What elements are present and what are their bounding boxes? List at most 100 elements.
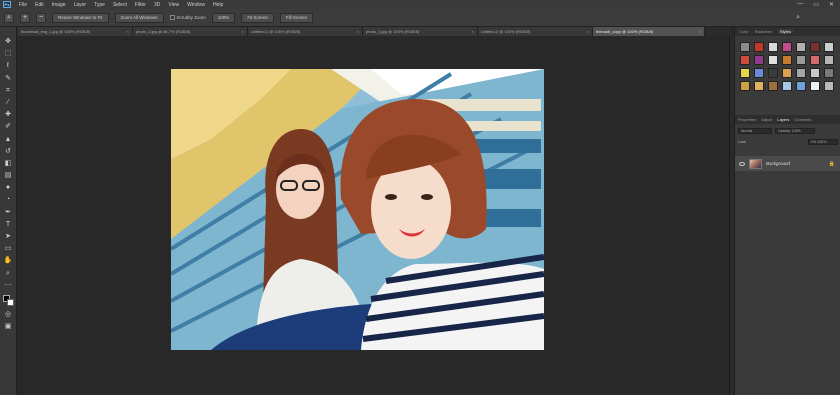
style-swatch[interactable] [740, 81, 750, 91]
menu-layer[interactable]: Layer [74, 2, 87, 8]
menu-help[interactable]: Help [213, 2, 223, 8]
menu-filter[interactable]: Filter [135, 2, 146, 8]
close-icon[interactable]: × [472, 29, 474, 34]
lasso-icon[interactable]: ℓ [3, 61, 14, 70]
close-icon[interactable]: × [587, 29, 589, 34]
quick-select-icon[interactable]: ✎ [3, 74, 14, 83]
opacity-field[interactable]: Opacity: 100% [775, 128, 815, 134]
gradient-icon[interactable]: ▤ [3, 171, 14, 180]
quick-mask-icon[interactable]: ◎ [3, 310, 14, 319]
brush-icon[interactable]: ✐ [3, 122, 14, 131]
style-swatch[interactable] [782, 55, 792, 65]
menu-edit[interactable]: Edit [35, 2, 44, 8]
fill-screen-button[interactable]: Fill Screen [279, 12, 314, 23]
style-swatch[interactable] [740, 68, 750, 78]
checkbox-box[interactable] [169, 15, 175, 20]
style-swatch[interactable] [824, 81, 834, 91]
style-swatch[interactable] [782, 68, 792, 78]
menu-file[interactable]: File [19, 2, 27, 8]
menu-image[interactable]: Image [52, 2, 66, 8]
tab-swatches[interactable]: Swatches [755, 29, 772, 34]
close-icon[interactable]: × [699, 29, 701, 34]
restore-icon[interactable]: ▭ [813, 1, 819, 8]
search-icon[interactable]: ⌕ [796, 14, 800, 22]
zoom-icon[interactable]: ⌕ [3, 269, 14, 278]
close-icon[interactable]: × [127, 29, 129, 34]
style-swatch[interactable] [740, 42, 750, 52]
doc-tab[interactable]: photo_2.jpg @ 66.7% (RGB/8) × [133, 27, 248, 36]
style-swatch[interactable] [754, 42, 764, 52]
doc-tab[interactable]: photo_3.jpg @ 100% (RGB/8) × [363, 27, 478, 36]
minimize-icon[interactable]: — [797, 1, 803, 8]
close-icon[interactable]: × [242, 29, 244, 34]
style-swatch[interactable] [824, 68, 834, 78]
style-swatch[interactable] [796, 42, 806, 52]
style-swatch[interactable] [740, 55, 750, 65]
fill-field[interactable]: Fill: 100% [808, 139, 838, 145]
menu-select[interactable]: Select [113, 2, 127, 8]
resize-windows-button[interactable]: Resize Windows to Fit [52, 12, 109, 23]
close-icon[interactable]: ✕ [829, 1, 834, 8]
blur-icon[interactable]: ● [3, 183, 14, 192]
tab-channels[interactable]: Channels [794, 117, 811, 122]
color-swatches[interactable] [2, 294, 14, 307]
style-swatch[interactable] [768, 68, 778, 78]
healing-icon[interactable]: ✚ [3, 110, 14, 119]
zoom-out-icon[interactable]: − [36, 12, 46, 23]
visibility-eye-icon[interactable] [739, 161, 745, 166]
crop-icon[interactable]: ⌗ [3, 86, 14, 95]
blend-mode-select[interactable]: Normal [738, 128, 772, 134]
tab-styles[interactable]: Styles [777, 29, 793, 34]
hand-icon[interactable]: ✋ [3, 256, 14, 265]
zoom-in-icon[interactable]: + [20, 12, 30, 23]
more-icon[interactable]: ⋯ [3, 281, 14, 290]
fit-screen-button[interactable]: Fit Screen [241, 12, 274, 23]
tab-properties[interactable]: Properties [738, 117, 756, 122]
pen-icon[interactable]: ✒ [3, 208, 14, 217]
eyedropper-icon[interactable]: ⁄ [3, 98, 14, 107]
tab-adjust[interactable]: Adjust [761, 117, 772, 122]
doc-tab[interactable]: Untitled-1 @ 100% (RGB/8) × [248, 27, 363, 36]
background-color[interactable] [6, 298, 14, 306]
close-icon[interactable]: × [357, 29, 359, 34]
style-swatch[interactable] [796, 55, 806, 65]
doc-tab-active[interactable]: hinhanh_copy @ 100% (RGB/8) × [593, 27, 705, 36]
doc-tab[interactable]: Untitled-2 @ 100% (RGB/8) × [478, 27, 593, 36]
style-swatch[interactable] [782, 42, 792, 52]
style-swatch[interactable] [768, 55, 778, 65]
document-image[interactable] [171, 69, 544, 350]
history-brush-icon[interactable]: ↺ [3, 147, 14, 156]
tab-color[interactable]: Color [739, 29, 749, 34]
style-swatch[interactable] [796, 81, 806, 91]
zoom-all-windows-button[interactable]: Zoom All Windows [114, 12, 164, 23]
style-swatch[interactable] [754, 81, 764, 91]
style-swatch[interactable] [810, 55, 820, 65]
menu-type[interactable]: Type [94, 2, 105, 8]
screen-mode-icon[interactable]: ▣ [3, 322, 14, 331]
path-select-icon[interactable]: ➤ [3, 232, 14, 241]
style-swatch[interactable] [810, 68, 820, 78]
clone-stamp-icon[interactable]: ▲ [3, 135, 14, 144]
layer-row-background[interactable]: Background 🔒 [735, 156, 840, 171]
scrubby-zoom-checkbox[interactable]: Scrubby Zoom [169, 15, 206, 20]
menu-3d[interactable]: 3D [154, 2, 160, 8]
eraser-icon[interactable]: ◧ [3, 159, 14, 168]
style-swatch[interactable] [824, 42, 834, 52]
menu-window[interactable]: Window [187, 2, 205, 8]
type-icon[interactable]: T [3, 220, 14, 229]
style-swatch[interactable] [768, 42, 778, 52]
style-swatch[interactable] [810, 81, 820, 91]
style-swatch[interactable] [754, 68, 764, 78]
style-swatch[interactable] [782, 81, 792, 91]
zoom-100-button[interactable]: 100% [211, 12, 236, 23]
marquee-icon[interactable]: ⬚ [3, 49, 14, 58]
style-swatch[interactable] [824, 55, 834, 65]
style-swatch[interactable] [768, 81, 778, 91]
tab-layers[interactable]: Layers [777, 117, 789, 122]
style-swatch[interactable] [754, 55, 764, 65]
zoom-tool-icon[interactable]: ⌕ [4, 12, 14, 23]
move-icon[interactable]: ✥ [3, 37, 14, 46]
doc-tab[interactable]: thumbnail_img_1.jpg @ 100% (RGB/8) × [18, 27, 133, 36]
menu-view[interactable]: View [168, 2, 179, 8]
shape-icon[interactable]: ▭ [3, 244, 14, 253]
